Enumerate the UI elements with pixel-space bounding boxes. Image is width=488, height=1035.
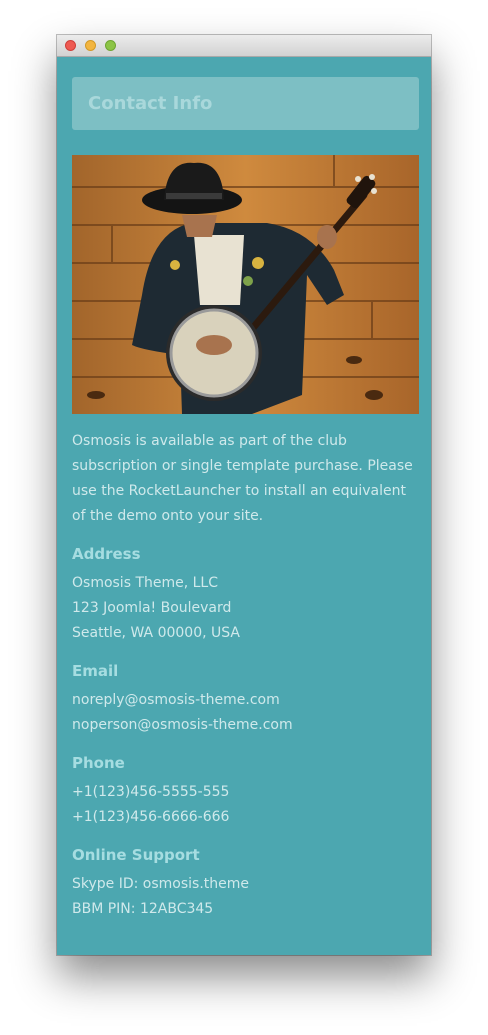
online-support-section: Online Support Skype ID: osmosis.theme B… [72,844,419,922]
contact-info-header: Contact Info [72,77,419,130]
bbm-pin: BBM PIN: 12ABC345 [72,901,214,917]
banjo-player-photo [72,155,419,414]
address-line: Osmosis Theme, LLC [72,575,219,591]
email-heading: Email [72,662,119,680]
online-support-heading: Online Support [72,846,200,864]
address-line: 123 Joomla! Boulevard [72,600,232,616]
phone-heading: Phone [72,754,125,772]
phone-section: Phone +1(123)456-5555-555 +1(123)456-666… [72,752,419,830]
phone-number: +1(123)456-5555-555 [72,784,230,800]
contact-info-panel: Contact Info Osmosis is available as par… [72,56,419,926]
address-line: Seattle, WA 00000, USA [72,625,240,641]
email-section: Email noreply@osmosis-theme.com noperson… [72,660,419,738]
address-section: Address Osmosis Theme, LLC 123 Joomla! B… [72,543,419,646]
email-link[interactable]: noreply@osmosis-theme.com [72,688,419,713]
browser-window: Contact Info Osmosis is available as par… [57,35,431,955]
email-link[interactable]: noperson@osmosis-theme.com [72,713,419,738]
zoom-window-icon[interactable] [105,40,116,51]
intro-text: Osmosis is available as part of the club… [72,433,413,524]
title-bar [57,35,431,57]
phone-number: +1(123)456-6666-666 [72,809,230,825]
address-heading: Address [72,545,141,563]
skype-id: Skype ID: osmosis.theme [72,876,250,892]
minimize-window-icon[interactable] [85,40,96,51]
close-window-icon[interactable] [65,40,76,51]
